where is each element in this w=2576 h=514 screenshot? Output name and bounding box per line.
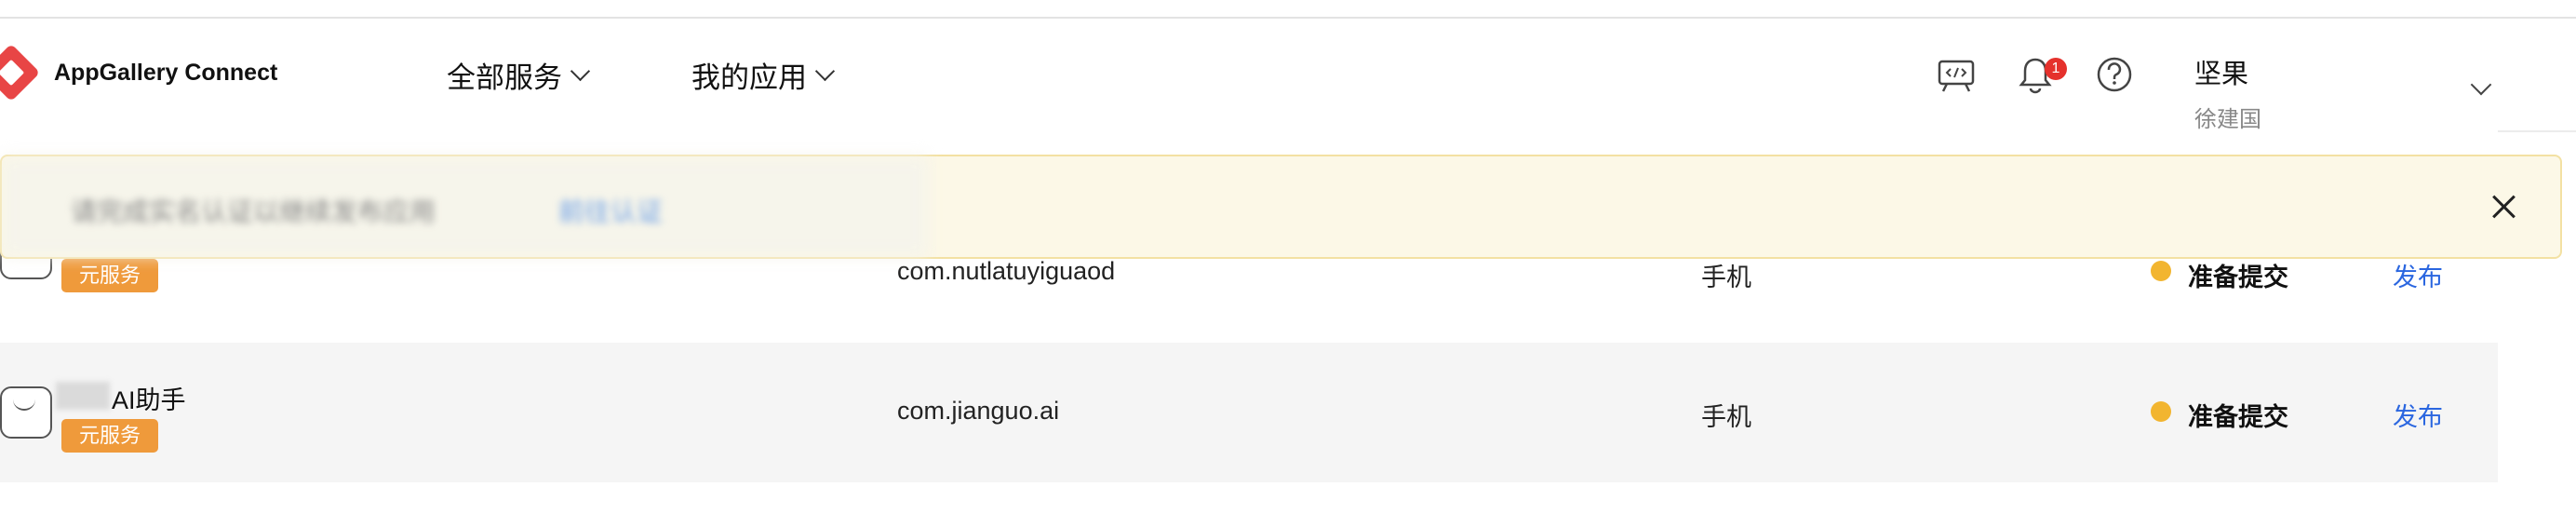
app-name[interactable]: AI助手 — [112, 380, 186, 416]
status-text: 准备提交 — [2188, 403, 2288, 431]
package-name: com.jianguo.ai — [897, 397, 1060, 425]
device-type: 手机 — [1701, 264, 1751, 291]
help-icon[interactable] — [2094, 54, 2135, 95]
top-header: AppGallery Connect 全部服务 我的应用 1 坚果 徐建国 — [0, 19, 2576, 132]
status-dot-icon — [2151, 401, 2171, 422]
brand-name[interactable]: AppGallery Connect — [54, 60, 277, 87]
user-menu-toggle[interactable] — [2470, 74, 2492, 97]
chevron-down-icon — [2470, 74, 2492, 96]
user-name[interactable]: 坚果 — [2194, 52, 2248, 91]
status-text: 准备提交 — [2188, 264, 2288, 291]
chevron-down-icon — [570, 61, 591, 82]
nav-all-services-label: 全部服务 — [447, 61, 562, 94]
banner-link[interactable]: 前往认证 — [558, 192, 663, 229]
status-dot-icon — [2151, 261, 2171, 281]
user-subtitle: 徐建国 — [2194, 107, 2261, 132]
publish-link[interactable]: 发布 — [2393, 257, 2443, 293]
nav-my-apps-label: 我的应用 — [691, 61, 807, 94]
nav-all-services[interactable]: 全部服务 — [447, 54, 591, 96]
code-board-icon[interactable] — [1936, 54, 1977, 95]
table-row[interactable]: AI助手 元服务 com.jianguo.ai 手机 准备提交 发布 — [0, 343, 2498, 482]
appgallery-logo-icon[interactable] — [0, 43, 41, 102]
browser-top-strip — [0, 0, 2576, 19]
banner-text: 请完成实名认证以继续发布应用 — [71, 197, 436, 226]
publish-link[interactable]: 发布 — [2393, 397, 2443, 433]
device-type: 手机 — [1701, 403, 1751, 431]
service-tag: 元服务 — [61, 259, 158, 292]
service-tag: 元服务 — [61, 419, 158, 453]
chevron-down-icon — [814, 61, 836, 82]
app-icon — [0, 386, 52, 439]
nav-my-apps[interactable]: 我的应用 — [691, 54, 836, 96]
package-name: com.nutlatuyiguaod — [897, 257, 1116, 285]
blurred-app-name-prefix — [56, 382, 110, 410]
close-icon[interactable] — [2485, 188, 2522, 225]
notification-badge: 1 — [2045, 58, 2067, 80]
notice-banner: 请完成实名认证以继续发布应用 前往认证 — [0, 155, 2562, 259]
